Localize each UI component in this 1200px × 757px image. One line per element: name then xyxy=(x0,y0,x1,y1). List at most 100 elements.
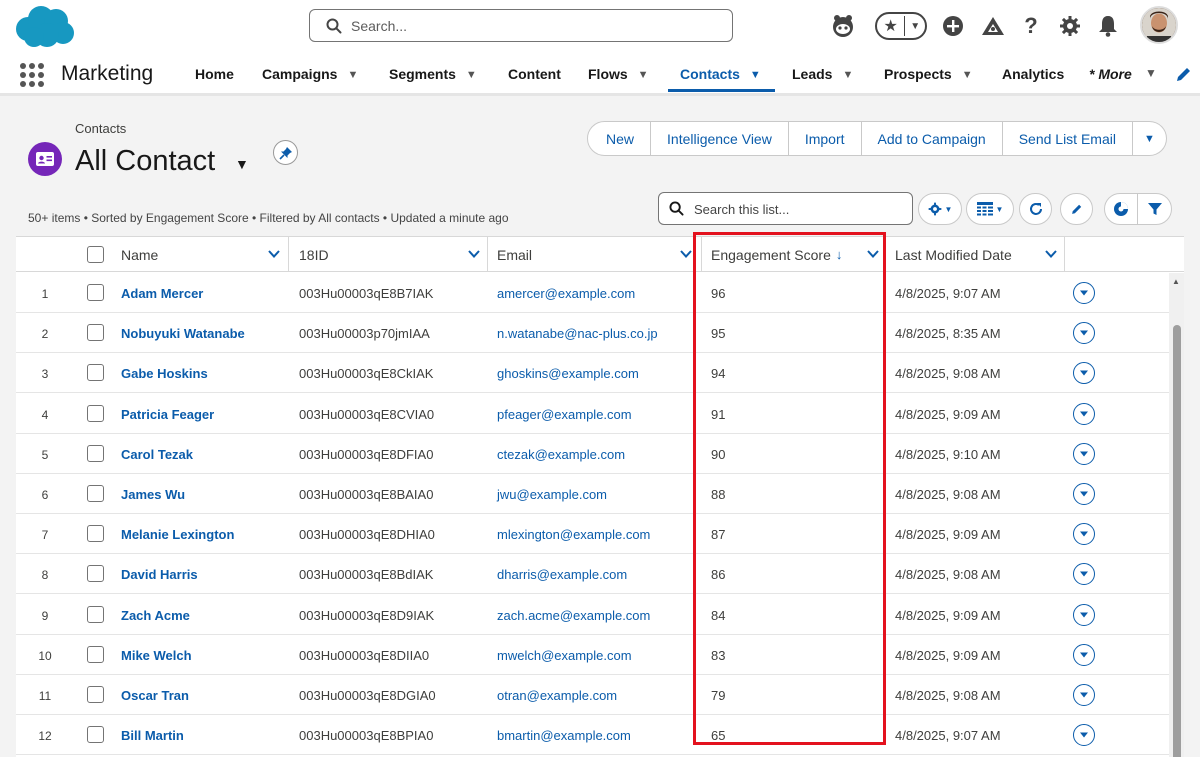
scroll-up-arrow-icon[interactable]: ▲ xyxy=(1172,277,1180,286)
column-menu-chevron-down-icon[interactable] xyxy=(866,247,880,261)
send-list-email-button[interactable]: Send List Email xyxy=(1002,121,1133,156)
column-menu-chevron-down-icon[interactable] xyxy=(1044,247,1058,261)
nav-item-home[interactable]: Home xyxy=(195,66,234,82)
charts-button[interactable] xyxy=(1105,194,1139,224)
column-divider[interactable] xyxy=(288,237,289,272)
contact-email-link[interactable]: pfeager@example.com xyxy=(497,407,632,422)
row-actions-button[interactable] xyxy=(1073,523,1095,546)
column-menu-chevron-down-icon[interactable] xyxy=(679,247,693,261)
row-select-checkbox[interactable] xyxy=(87,324,104,342)
contact-email-link[interactable]: dharris@example.com xyxy=(497,567,627,582)
nav-item-contacts[interactable]: Contacts ▼ xyxy=(680,66,761,82)
refresh-button[interactable] xyxy=(1019,193,1052,225)
row-select-checkbox[interactable] xyxy=(87,404,104,422)
intelligence-view-button[interactable]: Intelligence View xyxy=(651,121,789,156)
contact-email-link[interactable]: mlexington@example.com xyxy=(497,527,650,542)
notifications-bell-icon[interactable] xyxy=(1095,10,1121,42)
settings-gear-icon[interactable] xyxy=(1057,10,1083,42)
contact-email-link[interactable]: mwelch@example.com xyxy=(497,648,632,663)
row-select-checkbox[interactable] xyxy=(87,284,104,301)
column-header-name[interactable]: Name xyxy=(121,237,158,272)
column-menu-chevron-down-icon[interactable] xyxy=(267,247,281,261)
contact-email-link[interactable]: otran@example.com xyxy=(497,688,617,703)
table-scrollbar[interactable]: ▲ xyxy=(1169,273,1184,757)
favorites-button-group[interactable]: ★ ▼ xyxy=(875,12,927,40)
row-select-checkbox[interactable] xyxy=(87,444,104,462)
nav-item-campaigns[interactable]: Campaigns ▼ xyxy=(262,66,358,82)
row-actions-button[interactable] xyxy=(1073,442,1095,465)
contact-email-link[interactable]: ghoskins@example.com xyxy=(497,366,639,381)
column-header-last-modified-date[interactable]: Last Modified Date xyxy=(895,237,1012,272)
select-all-checkbox[interactable] xyxy=(87,246,104,263)
nav-item-content[interactable]: Content xyxy=(508,66,561,82)
nav-item-segments[interactable]: Segments ▼ xyxy=(389,66,477,82)
row-select-checkbox[interactable] xyxy=(87,525,104,543)
row-select-checkbox[interactable] xyxy=(87,726,104,744)
contact-name-link[interactable]: Mike Welch xyxy=(121,648,192,663)
column-header-engagement-score[interactable]: Engagement Score ↓ xyxy=(711,237,842,272)
column-divider[interactable] xyxy=(487,237,488,272)
astro-icon[interactable] xyxy=(829,10,857,42)
favorites-star-icon[interactable]: ★ xyxy=(877,16,904,36)
row-select-checkbox[interactable] xyxy=(87,485,104,502)
user-avatar[interactable] xyxy=(1140,6,1178,44)
filters-button[interactable] xyxy=(1138,194,1171,224)
row-select-checkbox[interactable] xyxy=(87,686,104,703)
row-actions-button[interactable] xyxy=(1073,724,1095,747)
contact-name-link[interactable]: David Harris xyxy=(121,567,198,582)
column-divider[interactable] xyxy=(885,237,886,272)
contact-name-link[interactable]: Patricia Feager xyxy=(121,407,214,422)
add-icon[interactable] xyxy=(940,10,966,42)
row-actions-button[interactable] xyxy=(1073,483,1095,505)
inline-edit-button[interactable] xyxy=(1060,193,1093,225)
help-icon[interactable]: ? xyxy=(1019,10,1043,42)
chevron-down-icon[interactable]: ▼ xyxy=(638,69,649,81)
favorites-chevron-down-icon[interactable]: ▼ xyxy=(905,21,925,32)
row-select-checkbox[interactable] xyxy=(87,605,104,623)
chevron-down-icon[interactable]: ▼ xyxy=(1145,66,1157,80)
list-search-input[interactable]: Search this list... xyxy=(658,192,913,225)
chevron-down-icon[interactable]: ▼ xyxy=(466,69,477,81)
contact-name-link[interactable]: Zach Acme xyxy=(121,608,190,623)
list-view-switcher-chevron-down-icon[interactable]: ▼ xyxy=(235,156,249,172)
row-select-checkbox[interactable] xyxy=(87,565,104,583)
contact-name-link[interactable]: Melanie Lexington xyxy=(121,527,234,542)
column-header-email[interactable]: Email xyxy=(497,237,532,272)
contact-name-link[interactable]: Bill Martin xyxy=(121,728,184,743)
chevron-down-icon[interactable]: ▼ xyxy=(842,69,853,81)
row-actions-button[interactable] xyxy=(1073,322,1095,345)
chevron-down-icon[interactable]: ▼ xyxy=(962,69,973,81)
column-header-18id[interactable]: 18ID xyxy=(299,237,329,272)
import-button[interactable]: Import xyxy=(788,121,862,156)
contact-name-link[interactable]: Nobuyuki Watanabe xyxy=(121,326,245,341)
add-to-campaign-button[interactable]: Add to Campaign xyxy=(861,121,1003,156)
contact-name-link[interactable]: Adam Mercer xyxy=(121,286,203,301)
contact-email-link[interactable]: amercer@example.com xyxy=(497,286,635,301)
more-actions-button[interactable]: ▼ xyxy=(1132,121,1167,156)
nav-item-flows[interactable]: Flows ▼ xyxy=(588,66,649,82)
scrollbar-thumb[interactable] xyxy=(1173,325,1181,757)
nav-more-menu[interactable]: * More xyxy=(1089,66,1132,82)
pin-list-view-button[interactable] xyxy=(273,140,298,165)
contact-name-link[interactable]: James Wu xyxy=(121,487,185,502)
row-actions-button[interactable] xyxy=(1073,643,1095,666)
contact-name-link[interactable]: Carol Tezak xyxy=(121,447,193,462)
row-select-checkbox[interactable] xyxy=(87,364,104,382)
row-actions-button[interactable] xyxy=(1073,603,1095,626)
row-actions-button[interactable] xyxy=(1073,563,1095,586)
contact-email-link[interactable]: n.watanabe@nac-plus.co.jp xyxy=(497,326,658,341)
chevron-down-icon[interactable]: ▼ xyxy=(750,69,761,81)
row-actions-button[interactable] xyxy=(1073,684,1095,706)
list-settings-button[interactable]: ▼ xyxy=(918,193,962,225)
display-as-button[interactable]: ▼ xyxy=(966,193,1014,225)
app-launcher-icon[interactable] xyxy=(20,63,44,87)
contact-email-link[interactable]: bmartin@example.com xyxy=(497,728,631,743)
column-divider[interactable] xyxy=(1064,237,1065,272)
edit-nav-pencil-icon[interactable] xyxy=(1174,64,1194,84)
salesforce-logo[interactable] xyxy=(14,5,76,49)
contact-name-link[interactable]: Oscar Tran xyxy=(121,688,189,703)
contact-email-link[interactable]: jwu@example.com xyxy=(497,487,607,502)
column-menu-chevron-down-icon[interactable] xyxy=(467,247,481,261)
row-actions-button[interactable] xyxy=(1073,402,1095,425)
row-actions-button[interactable] xyxy=(1073,282,1095,304)
